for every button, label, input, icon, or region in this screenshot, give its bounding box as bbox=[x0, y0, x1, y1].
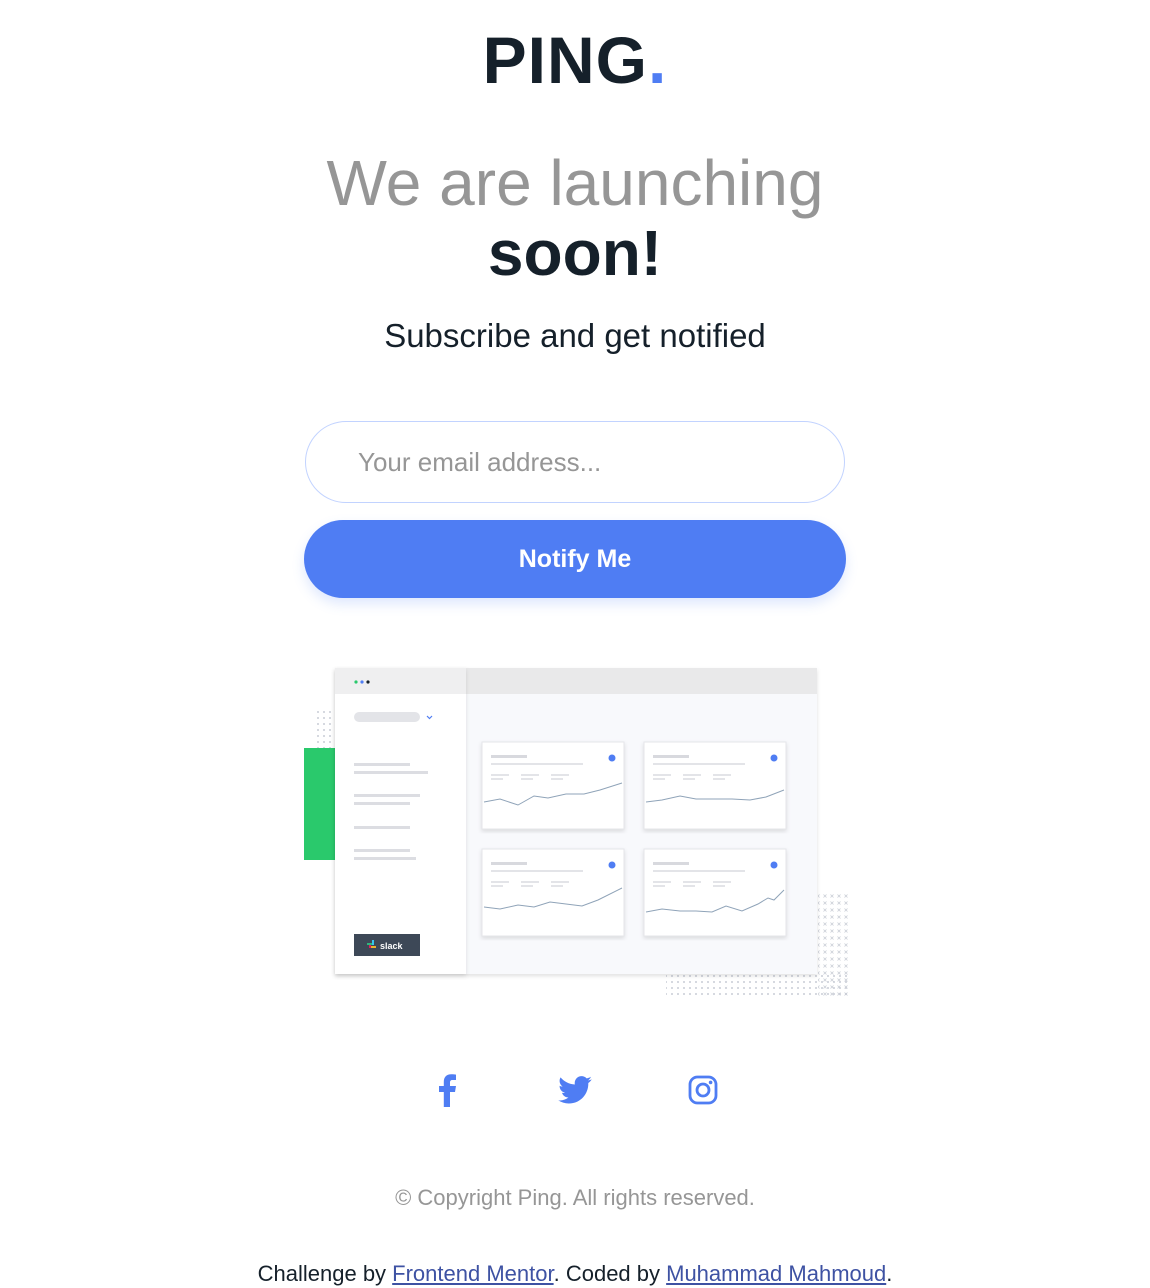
facebook-link[interactable] bbox=[425, 1068, 469, 1112]
headline-light: We are launching bbox=[326, 147, 824, 219]
chart-card-1 bbox=[481, 741, 625, 830]
headline-bold: soon! bbox=[487, 217, 663, 289]
logo-text: PING bbox=[482, 23, 648, 97]
chart-card-4 bbox=[643, 848, 787, 937]
green-accent-block bbox=[304, 748, 336, 860]
instagram-icon bbox=[688, 1075, 718, 1105]
email-input[interactable] bbox=[305, 421, 845, 503]
credit-suffix: . bbox=[886, 1261, 893, 1286]
logo-dot: . bbox=[648, 23, 668, 97]
subtitle: Subscribe and get notified bbox=[384, 317, 766, 354]
frontend-mentor-link[interactable]: Frontend Mentor bbox=[392, 1261, 553, 1286]
page-title: We are launching soon! bbox=[0, 148, 1150, 288]
attribution: Challenge by Frontend Mentor. Coded by M… bbox=[0, 1260, 1150, 1288]
slack-badge-label: slack bbox=[380, 941, 404, 951]
dashboard-illustration: slack bbox=[304, 668, 848, 996]
credit-middle: . Coded by bbox=[553, 1261, 667, 1286]
twitter-icon bbox=[558, 1076, 592, 1104]
credit-prefix: Challenge by bbox=[257, 1261, 393, 1286]
dots-decoration-bottom bbox=[666, 972, 848, 996]
sidebar-titlebar bbox=[335, 668, 466, 694]
facebook-icon bbox=[439, 1074, 456, 1107]
chart-card-2 bbox=[643, 741, 787, 830]
author-link[interactable]: Muhammad Mahmoud bbox=[666, 1261, 886, 1286]
chart-card-3 bbox=[481, 848, 625, 937]
logo: PING. bbox=[0, 22, 1150, 98]
instagram-link[interactable] bbox=[681, 1068, 725, 1112]
sidebar-dropdown-pill bbox=[354, 712, 420, 722]
copyright-text: © Copyright Ping. All rights reserved. bbox=[395, 1185, 755, 1210]
twitter-link[interactable] bbox=[553, 1068, 597, 1112]
notify-me-button[interactable]: Notify Me bbox=[304, 520, 846, 598]
